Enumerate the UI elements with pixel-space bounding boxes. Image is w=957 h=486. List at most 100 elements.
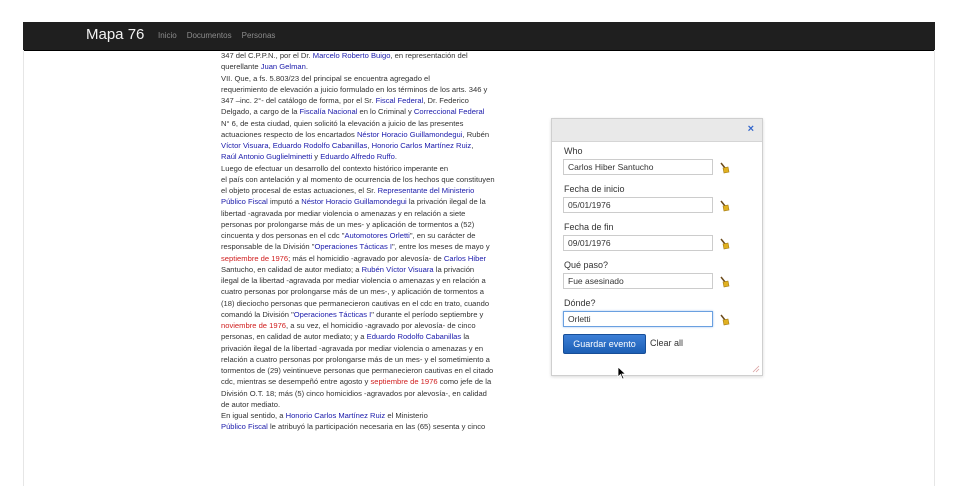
text-span: Delgado, a cargo de la (221, 107, 300, 117)
text-span: la (461, 332, 470, 342)
text-span: , a su vez, el homicidio -agravado por a… (286, 321, 476, 330)
date-entity-link[interactable]: noviembre de 1976 (221, 321, 286, 330)
nav-documentos[interactable]: Documentos (187, 31, 232, 40)
text-span: En igual sentido, a (221, 411, 286, 420)
text-span: División O.T. 18; más (5) cinco homicidi… (221, 388, 487, 398)
date-entity-link[interactable]: septiembre de 1976 (221, 254, 288, 263)
brand-title[interactable]: Mapa 76 (86, 26, 144, 43)
text-span: . (394, 152, 397, 162)
entity-link[interactable]: Fiscalía Nacional (300, 107, 358, 116)
entity-link[interactable]: Víctor Visuara (221, 141, 269, 150)
date-entity-link[interactable]: septiembre de 1976 (370, 377, 437, 386)
nav-personas[interactable]: Personas (242, 31, 276, 40)
text-span: Luego de efectuar un desarrollo del cont… (221, 163, 449, 173)
text-line: Delgado, a cargo de la Fiscalía Nacional… (221, 106, 551, 117)
text-span: 347 del C.P.P.N., por el Dr. (221, 51, 313, 60)
text-line: 347 –inc. 2°- del catálogo de forma, por… (221, 95, 551, 106)
page-border-left (23, 50, 24, 486)
entity-link[interactable]: Eduardo Rodolfo Cabanillas (367, 332, 462, 341)
text-span: la privación ilegal de la (406, 197, 486, 207)
who-input[interactable] (563, 159, 713, 175)
resize-grip-icon[interactable] (752, 365, 760, 373)
text-span: (18) dieciocho personas que permaneciero… (221, 298, 490, 308)
text-line: N° 6, de esta ciudad, quien solicitó la … (221, 118, 551, 129)
broom-icon[interactable] (718, 162, 730, 174)
text-line: personas por prolongarse más de un mes- … (221, 219, 551, 230)
text-line: 347 del C.P.P.N., por el Dr. Marcelo Rob… (221, 50, 551, 61)
clear-all-link[interactable]: Clear all (650, 338, 683, 348)
text-span: , en representación del (390, 51, 468, 60)
text-span: cuatro personas por prolongarse más de u… (221, 287, 484, 297)
nav-inicio[interactable]: Inicio (158, 31, 177, 40)
text-line: el país con antelación y al momento de o… (221, 174, 551, 185)
entity-link[interactable]: Operaciones Tácticas I (314, 242, 392, 251)
entity-link[interactable]: Honorio Carlos Martínez Ruiz (372, 141, 472, 150)
text-span: 347 –inc. 2°- del catálogo de forma, por… (221, 96, 376, 105)
text-line: Público Fiscal le atribuyó la participac… (221, 421, 551, 432)
text-span: relación a cuatro personas por prolongar… (221, 354, 490, 364)
text-line: querellante Juan Gelman. (221, 61, 551, 72)
entity-link[interactable]: Carlos Hiber (444, 254, 486, 263)
text-span: y (312, 152, 321, 162)
text-line: Santucho, en calidad de autor mediato; a… (221, 264, 551, 275)
entity-link[interactable]: Operaciones Tácticas I (294, 310, 372, 319)
entity-link[interactable]: Raúl Antonio Guglielminetti (221, 152, 312, 161)
text-span: personas por prolongarse más de un mes- … (221, 219, 475, 229)
entity-link[interactable]: Eduardo Alfredo Ruffo (320, 152, 395, 161)
broom-icon[interactable] (718, 276, 730, 288)
text-span: privación ilegal de la libertad -agravad… (221, 343, 484, 353)
entity-link[interactable]: Representante del Ministerio (378, 186, 475, 195)
text-span: el Ministerio (385, 411, 428, 420)
entity-link[interactable]: Público Fiscal (221, 422, 268, 431)
text-line: tormentos de (29) veintinueve personas q… (221, 365, 551, 376)
close-icon[interactable]: × (748, 123, 754, 135)
text-line: de autor mediato. (221, 399, 551, 410)
entity-link[interactable]: Honorio Carlos Martínez Ruiz (286, 411, 386, 420)
text-span: . (305, 62, 308, 72)
end-date-input[interactable] (563, 235, 713, 251)
broom-icon[interactable] (718, 238, 730, 250)
text-span: Santucho, en calidad de autor mediato; a (221, 264, 362, 274)
entity-link[interactable]: Néstor Horacio Guillamondegui (357, 130, 463, 139)
who-label: Who (564, 146, 583, 156)
text-span: actuaciones respecto de los encartados (221, 129, 357, 139)
text-span: ilegal de la libertad -agravada por medi… (221, 276, 486, 285)
mouse-pointer-icon (617, 366, 627, 380)
entity-link[interactable]: Público Fiscal (221, 197, 268, 206)
text-span: responsable de la División " (221, 242, 315, 252)
broom-icon[interactable] (718, 314, 730, 326)
text-span: comandó la División " (221, 309, 294, 319)
event-dialog: × Who Fecha de inicio Fecha de fin Qué p… (551, 118, 763, 376)
save-event-button[interactable]: Guardar evento (563, 334, 646, 354)
where-input[interactable] (563, 311, 713, 327)
entity-link[interactable]: Eduardo Rodolfo Cabanillas (273, 141, 368, 150)
entity-link[interactable]: Automotores Orletti (344, 231, 409, 240)
text-line: Víctor Visuara, Eduardo Rodolfo Cabanill… (221, 140, 551, 151)
text-line: (18) dieciocho personas que permaneciero… (221, 298, 551, 309)
text-span: , Rubén (462, 129, 490, 139)
text-line: actuaciones respecto de los encartados N… (221, 129, 551, 140)
text-line: En igual sentido, a Honorio Carlos Martí… (221, 410, 551, 421)
entity-link[interactable]: Néstor Horacio Guillamondegui (301, 197, 407, 206)
text-line: noviembre de 1976, a su vez, el homicidi… (221, 320, 551, 331)
entity-link[interactable]: Rubén Víctor Visuara (362, 265, 434, 274)
text-line: División O.T. 18; más (5) cinco homicidi… (221, 388, 551, 399)
entity-link[interactable]: Fiscal Federal (376, 96, 424, 105)
text-span: la privación (433, 264, 475, 274)
text-span: el objeto procesal de estas actuaciones,… (221, 186, 378, 195)
text-span: le atribuyó la participación necesaria e… (267, 422, 486, 432)
text-span: , Dr. Federico (423, 96, 469, 105)
start-date-input[interactable] (563, 197, 713, 213)
entity-link[interactable]: Juan Gelman (261, 62, 306, 71)
start-date-label: Fecha de inicio (564, 184, 625, 194)
text-span: de autor mediato. (221, 399, 281, 409)
broom-icon[interactable] (718, 200, 730, 212)
dialog-header[interactable]: × (552, 119, 762, 142)
where-label: Dónde? (564, 298, 596, 308)
entity-link[interactable]: Marcelo Roberto Buigo (313, 51, 391, 60)
entity-link[interactable]: Correccional Federal (414, 107, 484, 116)
what-input[interactable] (563, 273, 713, 289)
text-span: cdc, mientras se desempeñó entre agosto … (221, 377, 371, 387)
text-span: " durante el período septiembre y (371, 309, 484, 319)
page-border-right (934, 50, 935, 486)
